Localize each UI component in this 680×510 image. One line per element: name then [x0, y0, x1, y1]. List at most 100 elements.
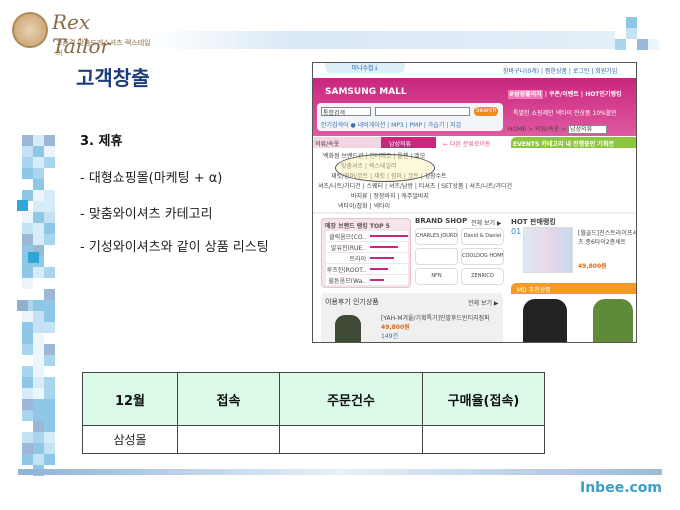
rank-bar: [370, 257, 394, 259]
rank-brand: 알유진(RUE..: [330, 245, 366, 252]
cat-tab-clothing[interactable]: 의류/속옷: [313, 137, 381, 148]
decor-square: [33, 168, 44, 179]
breadcrumb-text: HOME > 의류/속옷 >: [508, 126, 567, 133]
brand-logo[interactable]: [415, 248, 458, 265]
decor-square: [637, 39, 648, 50]
col-header: 접속: [177, 372, 280, 426]
rank-bar: [370, 279, 384, 281]
rank-item[interactable]: 윌튼옴므(Wa..: [326, 275, 408, 285]
footer-gradient-bar: [18, 469, 662, 475]
rank-bar: [370, 268, 388, 270]
decor-square: [44, 157, 55, 168]
decor-square: [22, 267, 33, 278]
decor-square: [44, 311, 55, 322]
cell: 삼성몰: [82, 425, 178, 454]
decor-square: [33, 267, 44, 278]
decor-square: [33, 212, 44, 223]
other-category-link[interactable]: ← 다른 분류로이동: [443, 139, 490, 148]
decor-square: [626, 17, 637, 28]
nav-item: 쿠폰/이벤트: [549, 91, 579, 98]
hot-rank-number: 01: [511, 227, 522, 236]
decor-square: [33, 322, 44, 333]
decor-square: [33, 454, 44, 465]
category-row[interactable]: 셔츠/니트/가디건 | 스웨터 | 셔츠/남방 | 티셔츠 | SET상품 | …: [318, 181, 512, 190]
brand-logo[interactable]: COOLDOG HOMME: [461, 248, 504, 265]
decor-square: [22, 278, 33, 289]
search-input[interactable]: [375, 107, 470, 116]
decor-square: [44, 432, 55, 443]
brand-logo[interactable]: CHARLES JOURDAN: [415, 228, 458, 245]
decor-square: [33, 366, 44, 377]
rank-item[interactable]: 루츠진(ROOT..: [326, 264, 408, 274]
decor-square: [22, 399, 33, 410]
hot-item-name[interactable]: [월골드]진스트라이프셔츠 종6타이2종세트: [578, 228, 636, 246]
bullet-2: - 맞춤와이셔츠 카테고리: [80, 207, 213, 222]
decor-square: [33, 355, 44, 366]
category-row[interactable]: 바지류 | 정장바지 | 캐주얼바지: [351, 191, 429, 200]
mall-brand: SAMSUNG MALL: [325, 87, 407, 97]
rank-bar: [370, 246, 398, 248]
rank-bar: [370, 235, 408, 237]
decor-square: [44, 212, 55, 223]
decor-square: [22, 443, 33, 454]
highlight-ellipse: [335, 154, 435, 182]
decor-square: [33, 344, 44, 355]
decor-square: [44, 190, 55, 201]
rank-item[interactable]: 트라이: [326, 253, 408, 263]
decor-square: [22, 157, 33, 168]
decor-square: [22, 322, 33, 333]
decor-square: [22, 135, 33, 146]
rank-item[interactable]: 클릭옴므(CO..: [326, 231, 408, 241]
decor-square: [22, 333, 33, 344]
brand-logo[interactable]: David & Daniel: [461, 228, 504, 245]
cat-tab-menswear[interactable]: 남성의류: [381, 137, 436, 148]
bullet-3: - 기성와이셔츠와 같이 상품 리스팅: [80, 240, 269, 255]
col-header: 주문건수: [279, 372, 423, 426]
category-list: 백화점 브랜드관 | 인터메조 | 올젠 | 엘모 맞춤셔츠 | 렉스테일러 재…: [313, 149, 636, 214]
jacket-image[interactable]: [523, 299, 567, 342]
table-header-row: 12월 접속 주문건수 구매율(접속): [82, 372, 545, 426]
review-title: 이용후기 인기상품: [325, 298, 379, 306]
decor-square: [44, 454, 55, 465]
brandshop-view-all[interactable]: 전체 보기 ▶: [471, 218, 502, 227]
rank-brand: 클릭옴므(CO..: [329, 234, 366, 241]
review-view-all[interactable]: 전체 보기 ▶: [468, 298, 499, 307]
category-row[interactable]: 넥타이/잡화 | 넥타이: [338, 201, 390, 210]
decor-square: [44, 410, 55, 421]
decor-square: [22, 168, 33, 179]
decor-square: [33, 300, 44, 311]
search-select[interactable]: 통합검색: [321, 107, 371, 117]
events-banner: EVENTS 카테고리 내 진행중인 기획전: [511, 137, 636, 148]
shirts-image[interactable]: [523, 227, 573, 273]
decor-square: [44, 267, 55, 278]
decor-square: [33, 223, 44, 234]
decor-square: [44, 443, 55, 454]
search-button[interactable]: Search: [474, 107, 498, 116]
decor-square: [44, 344, 55, 355]
sweater-image[interactable]: [593, 299, 633, 342]
logo-subtitle: 고품격 맞춤드레스셔츠 렉스테일러: [56, 39, 151, 57]
rank-brand: 트라이: [349, 256, 366, 263]
breadcrumb-select[interactable]: 남성의류: [568, 125, 608, 134]
decor-square: [648, 39, 659, 50]
decor-square: [33, 157, 44, 168]
brand-logo[interactable]: NFN: [415, 268, 458, 285]
decor-square: [44, 388, 55, 399]
hot-item-price: 49,800원: [578, 263, 607, 270]
decor-square: [44, 135, 55, 146]
samsung-mall-screenshot: 미니수첩↓ 장바구니(0개) | 찜한상품 | 로그인 | 회원가입 SAMSU…: [312, 62, 637, 343]
decor-square: [44, 377, 55, 388]
top-links: 장바구니(0개) | 찜한상품 | 로그인 | 회원가입: [503, 68, 618, 75]
review-item-name[interactable]: [YAH-M겨울/기획특가]인발후드빈티지점퍼: [381, 313, 490, 322]
rank-item[interactable]: 알유진(RUE..: [326, 242, 408, 252]
popular-keywords: 인기검색어 ● 네비게이션 | MP3 | PMP | 가습기 | 지갑: [321, 122, 462, 129]
bullet-1: - 대형쇼핑몰(마케팅 + α): [80, 171, 223, 186]
parka-image[interactable]: [335, 315, 361, 342]
decor-square: [33, 179, 44, 190]
decor-square: [22, 454, 33, 465]
brand-logo[interactable]: ZENRICO: [461, 268, 504, 285]
decor-square: [44, 300, 55, 311]
decor-square: [44, 421, 55, 432]
review-item-price: 49,800원: [381, 324, 410, 331]
decor-square: [33, 311, 44, 322]
